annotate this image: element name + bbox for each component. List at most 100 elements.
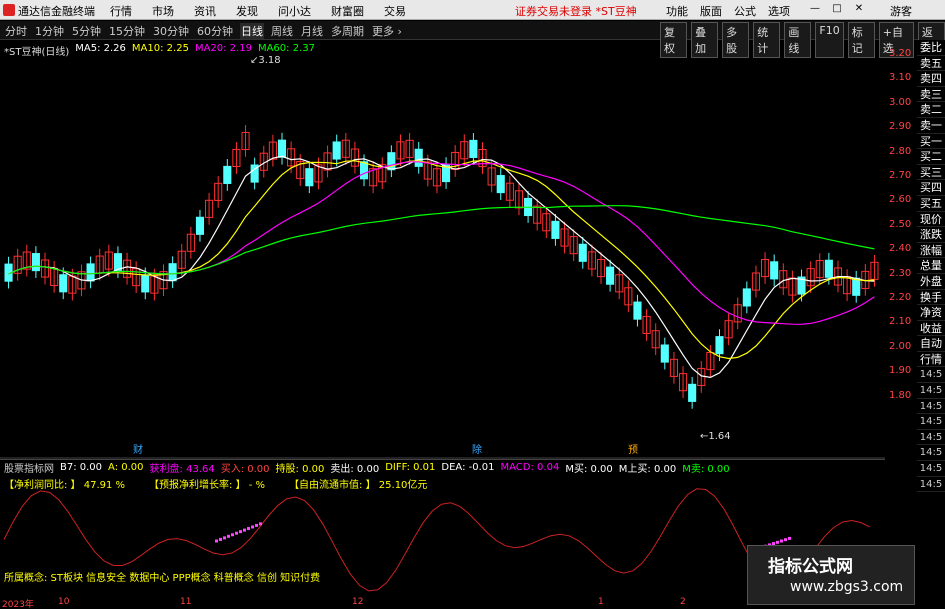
price-tick: 2.40 xyxy=(889,243,912,255)
menu-item-function[interactable]: 功能 xyxy=(666,3,688,19)
guest-label[interactable]: 游客 xyxy=(890,3,912,19)
side-panel-item[interactable]: 卖五 xyxy=(917,55,945,72)
minimize-icon[interactable]: — xyxy=(808,2,822,16)
event-mark: 预 xyxy=(628,444,638,456)
price-tick: 2.80 xyxy=(889,145,912,157)
candle-body xyxy=(551,220,560,239)
side-panel-item[interactable]: 行情 xyxy=(917,351,945,368)
indicator-bar: 股票指标网 B7: 0.00 A: 0.00 获利盘: 43.64 买入: 0.00 持… xyxy=(0,459,885,475)
price-tick: 2.90 xyxy=(889,121,912,133)
period-tab[interactable]: 更多 › xyxy=(371,23,403,39)
menu-item-discover[interactable]: 发现 xyxy=(236,3,258,19)
period-tab[interactable]: 15分钟 xyxy=(108,23,146,39)
side-panel-item[interactable]: 卖一 xyxy=(917,117,945,134)
side-panel-item[interactable]: 自动 xyxy=(917,336,945,352)
menu-item-market[interactable]: 市场 xyxy=(152,3,174,19)
watermark-url: www.zbgs3.com xyxy=(790,579,904,595)
indicator-marker xyxy=(227,534,230,538)
side-panel-item[interactable]: 买五 xyxy=(917,195,945,212)
menu-item-layout[interactable]: 版面 xyxy=(700,3,722,19)
indicator-marker xyxy=(255,523,258,527)
indicator-marker xyxy=(231,533,234,537)
price-tick: 2.10 xyxy=(889,316,912,328)
candle-body xyxy=(496,175,505,194)
side-panel-item[interactable]: 外盘 xyxy=(917,273,945,290)
menu-item-formula[interactable]: 公式 xyxy=(734,3,756,19)
period-tab[interactable]: 60分钟 xyxy=(196,23,234,39)
side-panel-item[interactable]: 买三 xyxy=(917,164,945,181)
menu-item-news[interactable]: 资讯 xyxy=(194,3,216,19)
side-time: 14:5 xyxy=(917,429,945,446)
quote-side-panel: 委比 卖五 卖四 卖三 卖二 卖一 买一 买二 买三 买四 买五 现价 涨跌 涨幅 总量 外盘 换手 净资 收益 自动… xyxy=(917,40,945,493)
side-panel-item[interactable]: 委比 xyxy=(917,40,945,56)
login-notice: 证券交易未登录 *ST豆神 xyxy=(515,5,637,18)
period-tab[interactable]: 多周期 xyxy=(330,23,365,39)
side-panel-item[interactable]: 买四 xyxy=(917,180,945,196)
menu-item-fortune[interactable]: 财富圈 xyxy=(331,3,364,19)
watermark-title: 指标公式网 xyxy=(768,557,853,577)
ma-line xyxy=(8,205,875,275)
side-panel-item[interactable]: 总量 xyxy=(917,258,945,274)
indicator-marker xyxy=(259,522,262,526)
price-tick: 2.60 xyxy=(889,194,912,206)
period-tab[interactable]: 30分钟 xyxy=(152,23,190,39)
indicator-value: DIFF: 0.01 xyxy=(385,461,436,473)
menu-item-trade[interactable]: 交易 xyxy=(384,3,406,19)
side-panel-item[interactable]: 涨幅 xyxy=(917,242,945,259)
indicator-info: 【净利润同比: 】 47.91 % 【预报净利增长率: 】 - % 【自由流通市值:… xyxy=(4,476,427,491)
period-tab[interactable]: 分时 xyxy=(4,23,28,39)
indicator-marker xyxy=(215,539,218,543)
menu-item-ask[interactable]: 问小达 xyxy=(278,3,311,19)
candle-body xyxy=(86,263,95,282)
side-panel-item[interactable]: 换手 xyxy=(917,289,945,306)
indicator-value: M卖: 0.00 xyxy=(682,463,730,475)
price-tick: 2.20 xyxy=(889,292,912,303)
side-panel-item[interactable]: 买一 xyxy=(917,133,945,150)
price-tick: 3.20 xyxy=(889,48,912,59)
menu-item-options[interactable]: 选项 xyxy=(768,3,790,19)
indicator-marker xyxy=(219,537,222,541)
kline-chart[interactable]: ↙3.18←1.64财除预100.080.0060.0040.00 xyxy=(0,40,885,597)
side-panel-item[interactable]: 卖二 xyxy=(917,102,945,118)
period-tab[interactable]: 周线 xyxy=(270,23,294,39)
period-tab[interactable]: 1分钟 xyxy=(34,23,65,39)
price-tick: 3.10 xyxy=(889,72,912,84)
indicator-name[interactable]: 股票指标网 xyxy=(4,460,54,475)
side-time: 14:5 xyxy=(917,367,945,384)
close-icon[interactable]: ✕ xyxy=(852,2,866,16)
period-tab[interactable]: 日线 xyxy=(240,23,264,39)
indicator-value: 获利盘: 43.64 xyxy=(149,463,215,475)
side-panel-item[interactable]: 现价 xyxy=(917,211,945,228)
indicator-marker xyxy=(780,539,783,543)
fundamental-info: 【自由流通市值: 】 25.10亿元 xyxy=(289,480,428,491)
period-tab[interactable]: 月线 xyxy=(300,23,324,39)
menu-item-quotes[interactable]: 行情 xyxy=(110,3,132,19)
app-logo-icon xyxy=(3,4,15,16)
maximize-icon[interactable]: □ xyxy=(830,2,844,16)
date-tick: 2023年 xyxy=(2,600,34,609)
side-panel-item[interactable]: 涨跌 xyxy=(917,227,945,243)
candle-body xyxy=(195,216,205,235)
side-panel-item[interactable]: 净资 xyxy=(917,305,945,321)
side-panel-item[interactable]: 卖四 xyxy=(917,71,945,87)
indicator-value: 买入: 0.00 xyxy=(220,463,270,475)
side-time: 14:5 xyxy=(917,383,945,399)
event-mark: 财 xyxy=(133,443,143,456)
candle-body xyxy=(770,261,779,280)
candle-body xyxy=(332,141,341,160)
side-time: 14:5 xyxy=(917,445,945,462)
candle-body xyxy=(824,259,833,278)
side-panel-item[interactable]: 买二 xyxy=(917,149,945,165)
candle-body xyxy=(578,243,587,262)
indicator-value: 持股: 0.00 xyxy=(275,463,325,475)
period-tab[interactable]: 5分钟 xyxy=(71,23,102,39)
side-panel-item[interactable]: 卖三 xyxy=(917,86,945,103)
price-tick: 2.00 xyxy=(889,340,912,352)
indicator-marker xyxy=(223,536,226,540)
indicator-marker xyxy=(243,528,246,532)
price-tick: 3.00 xyxy=(889,96,912,108)
side-time: 14:5 xyxy=(917,461,945,477)
indicator-value: DEA: -0.01 xyxy=(441,461,495,473)
side-panel-item[interactable]: 收益 xyxy=(917,320,945,337)
candle-body xyxy=(633,301,642,320)
